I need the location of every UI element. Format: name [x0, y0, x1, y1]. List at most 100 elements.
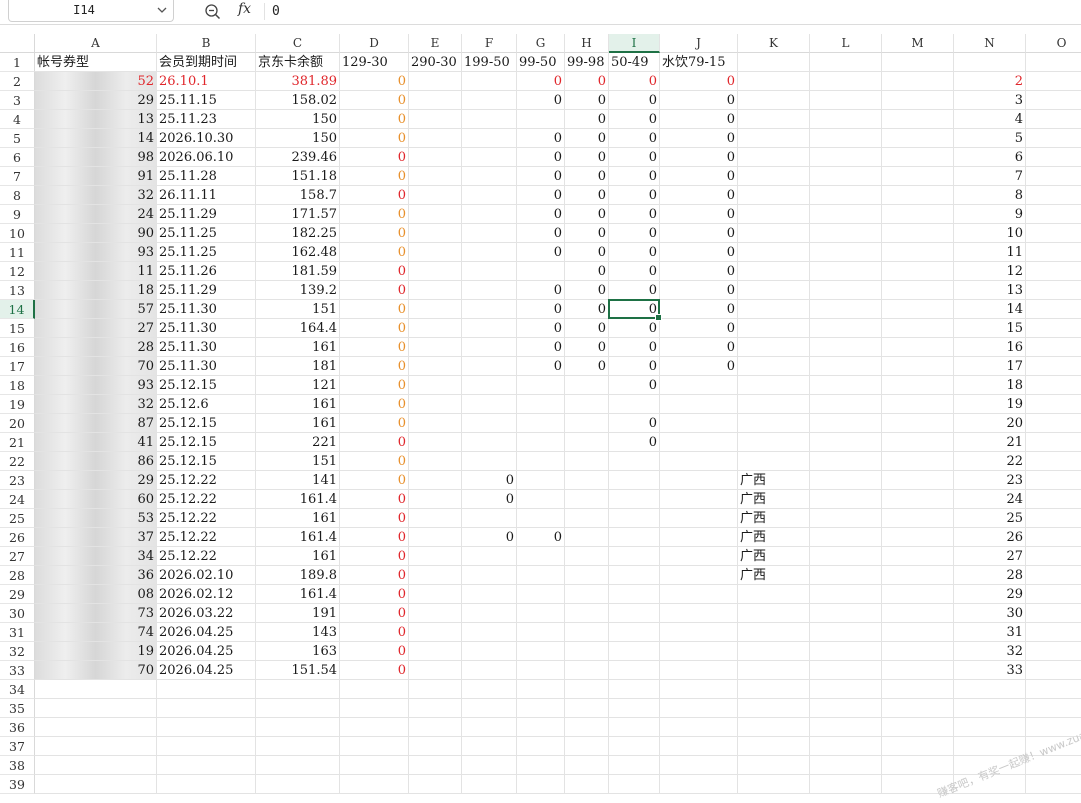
- empty-cell[interactable]: [738, 357, 810, 376]
- empty-cell[interactable]: [882, 224, 954, 243]
- empty-cell[interactable]: [462, 281, 517, 300]
- row-header[interactable]: 37: [0, 737, 35, 756]
- empty-cell[interactable]: [810, 585, 882, 604]
- coupon-cell-i[interactable]: 0: [609, 433, 660, 452]
- coupon-cell-i[interactable]: 0: [609, 110, 660, 129]
- row-header[interactable]: 25: [0, 509, 35, 528]
- empty-cell[interactable]: [738, 167, 810, 186]
- empty-cell[interactable]: [1026, 224, 1081, 243]
- balance-cell[interactable]: 151.18: [256, 167, 340, 186]
- empty-cell[interactable]: [462, 167, 517, 186]
- empty-cell[interactable]: [462, 243, 517, 262]
- empty-cell[interactable]: [256, 756, 340, 775]
- empty-cell[interactable]: [462, 433, 517, 452]
- select-all-corner[interactable]: [0, 34, 35, 53]
- expiry-date-cell[interactable]: 25.12.22: [157, 490, 256, 509]
- empty-cell[interactable]: [882, 300, 954, 319]
- coupon-cell-h[interactable]: 0: [565, 338, 609, 357]
- empty-cell[interactable]: [462, 224, 517, 243]
- balance-cell[interactable]: 381.89: [256, 72, 340, 91]
- empty-cell[interactable]: [882, 547, 954, 566]
- empty-cell[interactable]: [1026, 471, 1081, 490]
- column-title-cell[interactable]: 199-50: [462, 53, 517, 72]
- row-header[interactable]: 7: [0, 167, 35, 186]
- expiry-date-cell[interactable]: 25.11.23: [157, 110, 256, 129]
- empty-cell[interactable]: [517, 680, 565, 699]
- empty-cell[interactable]: [738, 338, 810, 357]
- empty-cell[interactable]: [1026, 680, 1081, 699]
- coupon-cell-n[interactable]: 10: [954, 224, 1026, 243]
- empty-cell[interactable]: [462, 91, 517, 110]
- empty-cell[interactable]: [738, 604, 810, 623]
- row-header[interactable]: 21: [0, 433, 35, 452]
- coupon-cell-j[interactable]: 0: [660, 110, 738, 129]
- empty-cell[interactable]: [409, 756, 462, 775]
- row-header[interactable]: 31: [0, 623, 35, 642]
- empty-cell[interactable]: [810, 224, 882, 243]
- balance-cell[interactable]: 143: [256, 623, 340, 642]
- empty-cell[interactable]: [517, 452, 565, 471]
- empty-cell[interactable]: [1026, 452, 1081, 471]
- empty-cell[interactable]: [738, 414, 810, 433]
- account-cell[interactable]: 34: [35, 547, 157, 566]
- expiry-date-cell[interactable]: 2026.06.10: [157, 148, 256, 167]
- row-header[interactable]: 33: [0, 661, 35, 680]
- empty-cell[interactable]: [340, 680, 409, 699]
- empty-cell[interactable]: [462, 604, 517, 623]
- balance-cell[interactable]: 171.57: [256, 205, 340, 224]
- empty-cell[interactable]: [565, 604, 609, 623]
- row-header[interactable]: 30: [0, 604, 35, 623]
- chevron-down-icon[interactable]: [157, 6, 167, 14]
- empty-cell[interactable]: [738, 718, 810, 737]
- empty-cell[interactable]: [660, 490, 738, 509]
- empty-cell[interactable]: [565, 395, 609, 414]
- empty-cell[interactable]: [462, 642, 517, 661]
- account-cell[interactable]: 86: [35, 452, 157, 471]
- coupon-cell-n[interactable]: 20: [954, 414, 1026, 433]
- empty-cell[interactable]: [954, 699, 1026, 718]
- empty-cell[interactable]: [810, 186, 882, 205]
- empty-cell[interactable]: [738, 661, 810, 680]
- row-header[interactable]: 13: [0, 281, 35, 300]
- coupon-cell-n[interactable]: 27: [954, 547, 1026, 566]
- empty-cell[interactable]: [609, 395, 660, 414]
- empty-cell[interactable]: [157, 718, 256, 737]
- empty-cell[interactable]: [462, 452, 517, 471]
- coupon-cell-j[interactable]: 0: [660, 224, 738, 243]
- empty-cell[interactable]: [340, 737, 409, 756]
- row-header[interactable]: 2: [0, 72, 35, 91]
- coupon-cell-j[interactable]: 0: [660, 357, 738, 376]
- coupon-cell-n[interactable]: 7: [954, 167, 1026, 186]
- coupon-cell-n[interactable]: 18: [954, 376, 1026, 395]
- empty-cell[interactable]: [1026, 547, 1081, 566]
- empty-cell[interactable]: [35, 680, 157, 699]
- empty-cell[interactable]: [1026, 186, 1081, 205]
- expiry-date-cell[interactable]: 26.11.11: [157, 186, 256, 205]
- empty-cell[interactable]: [340, 699, 409, 718]
- row-header[interactable]: 23: [0, 471, 35, 490]
- empty-cell[interactable]: [882, 528, 954, 547]
- empty-cell[interactable]: [565, 680, 609, 699]
- empty-cell[interactable]: [882, 623, 954, 642]
- coupon-cell-n[interactable]: 5: [954, 129, 1026, 148]
- coupon-cell-d[interactable]: 0: [340, 414, 409, 433]
- empty-cell[interactable]: [409, 718, 462, 737]
- empty-cell[interactable]: [882, 585, 954, 604]
- empty-cell[interactable]: [810, 680, 882, 699]
- empty-cell[interactable]: [882, 53, 954, 72]
- empty-cell[interactable]: [409, 699, 462, 718]
- row-header[interactable]: 27: [0, 547, 35, 566]
- coupon-cell-i[interactable]: 0: [609, 91, 660, 110]
- empty-cell[interactable]: [340, 756, 409, 775]
- empty-cell[interactable]: [609, 585, 660, 604]
- column-header-n[interactable]: N: [954, 34, 1026, 53]
- empty-cell[interactable]: [660, 414, 738, 433]
- empty-cell[interactable]: [409, 262, 462, 281]
- empty-cell[interactable]: [340, 718, 409, 737]
- empty-cell[interactable]: [565, 756, 609, 775]
- empty-cell[interactable]: [810, 205, 882, 224]
- empty-cell[interactable]: [609, 528, 660, 547]
- empty-cell[interactable]: [882, 110, 954, 129]
- empty-cell[interactable]: [609, 680, 660, 699]
- empty-cell[interactable]: [810, 395, 882, 414]
